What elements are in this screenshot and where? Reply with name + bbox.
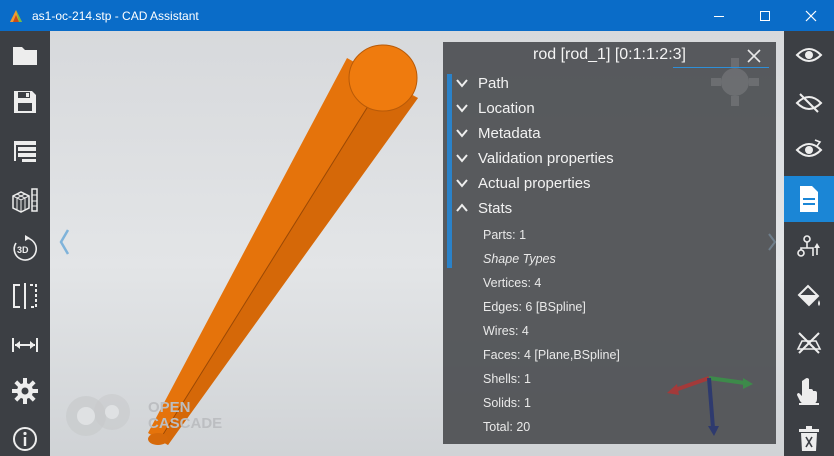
close-icon xyxy=(805,10,817,21)
watermark-line-2: CASCADE xyxy=(148,415,223,432)
panel-accent-bar xyxy=(447,74,452,268)
chevron-down-icon xyxy=(456,179,468,188)
folder-icon xyxy=(13,47,37,65)
eye-icon xyxy=(795,48,823,62)
settings-button[interactable] xyxy=(0,371,50,411)
open-file-button[interactable] xyxy=(0,35,50,75)
properties-panel: rod [rod_1] [0:1:1:2:3] Path Location Me… xyxy=(443,42,777,444)
color-button[interactable] xyxy=(784,276,834,316)
eye-rotate-icon xyxy=(795,139,823,157)
title-bar: as1-oc-214.stp - CAD Assistant xyxy=(0,0,834,31)
minimize-icon xyxy=(714,15,724,17)
settings-icon xyxy=(12,378,38,404)
right-toolbar xyxy=(784,31,834,456)
chevron-down-icon xyxy=(456,104,468,113)
tree-icon xyxy=(14,141,36,162)
rotate-3d-icon: 3D xyxy=(13,235,37,261)
info-icon xyxy=(13,427,37,451)
properties-button[interactable] xyxy=(784,176,834,222)
section-validation-properties[interactable]: Validation properties xyxy=(455,147,614,169)
chevron-right-icon[interactable] xyxy=(767,232,777,252)
stat-total: Total: 20 xyxy=(483,420,531,434)
cube-grid-icon xyxy=(12,188,38,213)
section-label: Actual properties xyxy=(478,174,591,192)
section-label: Metadata xyxy=(478,124,541,142)
explode-button[interactable] xyxy=(784,227,834,267)
rotate-3d-button[interactable]: 3D xyxy=(0,229,50,269)
show-button[interactable] xyxy=(784,35,834,75)
stat-shells: Shells: 1 xyxy=(483,372,531,386)
panel-title: rod [rod_1] [0:1:1:2:3] xyxy=(533,46,686,63)
section-stats[interactable]: Stats xyxy=(455,197,512,219)
measure-icon xyxy=(12,338,38,352)
document-icon xyxy=(800,186,818,212)
opencascade-logo xyxy=(66,394,130,436)
isolate-button[interactable] xyxy=(784,130,834,170)
section-label: Path xyxy=(478,74,509,92)
no-selection-icon xyxy=(796,332,822,354)
chevron-up-icon xyxy=(456,203,468,212)
hide-button[interactable] xyxy=(784,83,834,123)
stat-wires: Wires: 4 xyxy=(483,324,529,338)
maximize-icon xyxy=(760,10,770,21)
section-label: Location xyxy=(478,99,535,117)
explode-icon xyxy=(797,235,820,257)
measure-button[interactable] xyxy=(0,325,50,365)
paint-bucket-icon xyxy=(797,284,820,307)
axis-trihedron xyxy=(667,376,753,436)
section-label: Validation properties xyxy=(478,149,614,167)
info-button[interactable] xyxy=(0,419,50,456)
trash-icon xyxy=(799,426,819,451)
stat-faces: Faces: 4 [Plane,BSpline] xyxy=(483,348,620,362)
section-label: Stats xyxy=(478,199,513,217)
chevron-left-icon[interactable] xyxy=(58,228,70,256)
stat-parts: Parts: 1 xyxy=(483,228,527,242)
app-icon xyxy=(10,9,22,22)
chevron-down-icon xyxy=(456,79,468,88)
chevron-down-icon xyxy=(456,129,468,138)
section-path[interactable]: Path xyxy=(455,72,509,94)
watermark-line-1: OPEN xyxy=(148,399,191,416)
section-metadata[interactable]: Metadata xyxy=(455,122,541,144)
section-location[interactable]: Location xyxy=(455,97,535,119)
opencascade-watermark: OPEN CASCADE xyxy=(62,392,232,438)
save-button[interactable] xyxy=(0,82,50,122)
section-actual-properties[interactable]: Actual properties xyxy=(455,172,591,194)
close-window-button[interactable] xyxy=(788,0,834,31)
chevron-down-icon xyxy=(456,154,468,163)
section-icon xyxy=(13,283,37,309)
save-icon xyxy=(14,91,36,113)
maximize-button[interactable] xyxy=(742,0,788,31)
left-toolbar: 3D xyxy=(0,31,50,456)
delete-button[interactable] xyxy=(784,419,834,456)
stat-solids: Solids: 1 xyxy=(483,396,531,410)
window-title: as1-oc-214.stp - CAD Assistant xyxy=(32,8,199,23)
selection-mode-button[interactable] xyxy=(784,323,834,363)
eye-off-icon xyxy=(795,93,823,113)
stat-shape-types-heading: Shape Types xyxy=(483,252,556,266)
stat-vertices: Vertices: 4 xyxy=(483,276,542,290)
model-tree-button[interactable] xyxy=(0,131,50,171)
minimize-button[interactable] xyxy=(696,0,742,31)
hand-pointer-icon xyxy=(797,378,819,405)
panel-title-underline xyxy=(673,67,769,68)
stat-edges: Edges: 6 [BSpline] xyxy=(483,300,586,314)
explode-view-button[interactable] xyxy=(0,180,50,220)
close-panel-icon[interactable] xyxy=(745,47,763,65)
section-view-button[interactable] xyxy=(0,276,50,316)
pick-button[interactable] xyxy=(784,371,834,411)
rotate-3d-label: 3D xyxy=(17,245,29,255)
